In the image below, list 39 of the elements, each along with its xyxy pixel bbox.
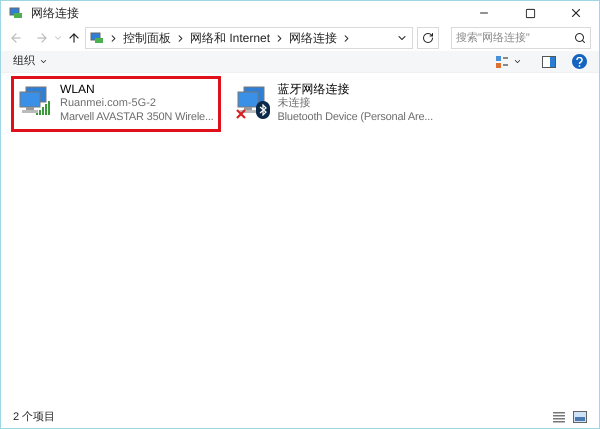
view-icon [495,54,509,68]
up-button[interactable] [67,31,81,45]
question-icon [576,56,583,66]
details-view-button[interactable] [553,411,565,423]
network-folder-icon [90,32,104,44]
change-view-button[interactable] [495,54,522,68]
caret-icon [513,57,522,66]
maximize-icon [524,8,536,18]
network-folder-icon [9,7,23,19]
caret-icon [39,57,48,66]
tiles-view-button[interactable] [573,411,587,423]
device-name: Marvell AVASTAR 350N Wirele... [60,110,214,124]
preview-pane-button[interactable] [542,56,556,68]
help-button[interactable] [572,54,587,69]
search-input[interactable]: 搜索"网络连接" [456,30,574,46]
breadcrumb-item[interactable]: 网络和 Internet [190,29,270,47]
breadcrumb-item[interactable]: 控制面板 [123,29,171,47]
signal-icon [36,101,52,115]
connection-status: 未连接 [278,96,312,110]
connection-status: Ruanmei.com-5G-2 [60,96,157,110]
close-icon [569,6,583,20]
address-bar[interactable]: 控制面板 网络和 Internet 网络连接 [85,27,413,49]
tiles-icon [573,411,587,423]
refresh-icon [422,32,434,44]
search-icon [574,32,586,44]
connection-name: 蓝牙网络连接 [278,82,351,96]
connection-name: WLAN [60,82,96,96]
list-icon [553,411,565,423]
connection-item[interactable]: 蓝牙网络连接 未连接 Bluetooth Device (Personal Are... [228,76,440,132]
refresh-button[interactable] [417,27,439,49]
breadcrumb-item[interactable]: 网络连接 [289,29,338,47]
device-name: Bluetooth Device (Personal Are... [278,110,433,124]
window-title: 网络连接 [31,5,79,22]
pane-icon [542,56,556,68]
item-count: 2 个项目 [13,410,56,425]
organize-button[interactable]: 组织 [13,53,48,70]
connection-item[interactable]: WLAN Ruanmei.com-5G-2 Marvell AVASTAR 350N Wirele... [11,76,221,132]
search-field[interactable]: 搜索"网络连接" [451,27,591,49]
bluetooth-icon [256,101,270,119]
